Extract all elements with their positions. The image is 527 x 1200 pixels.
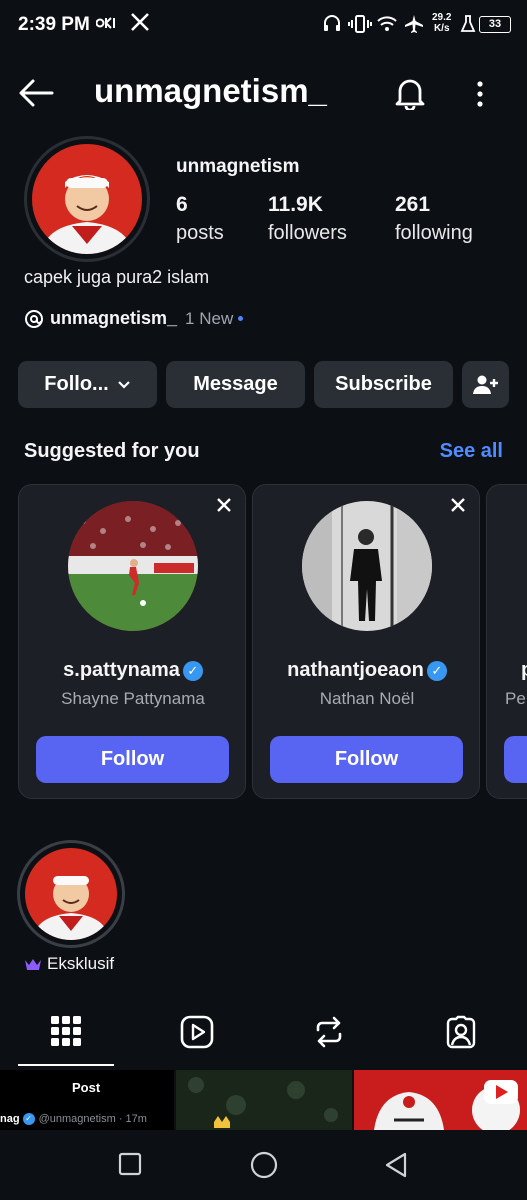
stat-posts-label[interactable]: posts (176, 222, 224, 245)
threads-link[interactable]: unmagnetism_ 1 New (24, 308, 244, 329)
tab-posts[interactable] (51, 1016, 81, 1051)
app-notification-icon (95, 15, 118, 34)
subscribe-button[interactable]: Subscribe (314, 361, 453, 408)
tab-reposts[interactable] (312, 1015, 346, 1054)
suggestion-card[interactable]: p Pe (486, 484, 527, 799)
suggestion-username: s.pattynama (63, 659, 180, 681)
reels-icon (180, 1015, 214, 1049)
home-button[interactable] (250, 1151, 278, 1184)
threads-new-count: 1 New (185, 308, 234, 328)
wifi-icon (376, 14, 398, 39)
highlight-thumbnail[interactable] (25, 848, 117, 940)
flask-icon (460, 14, 476, 39)
grid-icon (51, 1016, 81, 1046)
avatar[interactable] (32, 144, 142, 254)
tab-tagged[interactable] (444, 1015, 478, 1054)
suggestion-full-name: Pe (505, 689, 526, 708)
repost-icon (316, 1016, 342, 1048)
crown-icon (25, 959, 41, 970)
suggestion-avatar[interactable] (302, 501, 432, 631)
vibrate-icon (348, 14, 372, 39)
suggestion-full-name: Shayne Pattynama (61, 689, 205, 708)
close-icon (451, 498, 465, 512)
threads-handle: unmagnetism_ (50, 308, 178, 328)
grid-post-thumbnail[interactable] (176, 1070, 352, 1130)
suggestion-username: nathantjoeaon (287, 659, 424, 681)
stat-posts-value[interactable]: 6 (176, 193, 188, 217)
stat-followers-value[interactable]: 11.9K (268, 193, 323, 217)
suggestion-full-name: Nathan Noël (319, 689, 415, 708)
system-nav-bar (0, 1130, 527, 1200)
back-button[interactable] (18, 78, 54, 113)
net-speed-value: 29.2 (432, 12, 452, 23)
following-button-label: Follo... (44, 373, 109, 395)
triangle-back-icon (385, 1152, 407, 1178)
airplane-icon (404, 14, 424, 39)
post-thumb-handle: @unmagnetism · 17m (38, 1113, 147, 1125)
stat-followers-label[interactable]: followers (268, 222, 347, 245)
following-button[interactable]: Follo... (18, 361, 157, 408)
stat-following-value[interactable]: 261 (395, 193, 430, 217)
verified-badge-icon: ✓ (182, 660, 203, 681)
stat-following-label[interactable]: following (395, 222, 473, 245)
highlight-label[interactable]: Eksklusif (24, 954, 114, 974)
grid-post-thumbnail[interactable] (354, 1070, 527, 1134)
subscribe-button-label: Subscribe (335, 373, 432, 395)
suggestion-avatar[interactable] (68, 501, 198, 631)
suggestion-username: p (521, 659, 527, 682)
bio: capek juga pura2 islam (24, 267, 210, 287)
follow-button[interactable] (504, 736, 527, 783)
circle-icon (250, 1151, 278, 1179)
follow-button[interactable]: Follow (36, 736, 229, 783)
message-button[interactable]: Message (166, 361, 305, 408)
active-tab-indicator (18, 1064, 114, 1066)
follow-button[interactable]: Follow (270, 736, 463, 783)
x-logo-icon (130, 12, 150, 37)
see-all-link[interactable]: See all (440, 440, 503, 463)
more-options-button[interactable] (472, 80, 488, 113)
new-dot (238, 316, 244, 321)
grid-post-thumbnail[interactable]: Post nag ✓ @unmagnetism · 17m (0, 1070, 174, 1130)
page-title: unmagnetism_ (94, 72, 327, 109)
dismiss-suggestion-button[interactable] (449, 493, 467, 521)
back-nav-button[interactable] (383, 1151, 409, 1184)
post-thumb-title: Post (72, 1080, 101, 1095)
close-icon (217, 498, 231, 512)
message-button-label: Message (193, 373, 278, 395)
add-person-icon (472, 375, 498, 394)
notifications-button[interactable] (394, 76, 426, 115)
verified-badge-icon: ✓ (22, 1113, 35, 1125)
battery-icon: 33 (479, 16, 511, 33)
headset-icon (322, 14, 342, 39)
follow-button-label: Follow (100, 748, 165, 770)
highlight-label-text: Eksklusif (47, 954, 115, 973)
recents-button[interactable] (118, 1152, 142, 1181)
suggestion-card[interactable]: s.pattynama ✓ Shayne Pattynama Follow (18, 484, 246, 799)
display-name: unmagnetism (176, 156, 300, 177)
follow-button-label: Follow (334, 748, 399, 770)
status-time: 2:39 PM (18, 14, 90, 35)
chevron-down-icon (117, 380, 130, 389)
bell-icon (395, 79, 425, 112)
tagged-icon (446, 1015, 476, 1049)
post-thumb-name: nag (0, 1113, 20, 1125)
dismiss-suggestion-button[interactable] (215, 493, 233, 521)
square-icon (118, 1152, 142, 1176)
threads-icon (25, 309, 43, 328)
net-speed-unit: K/s (433, 23, 450, 34)
suggest-people-button[interactable] (462, 361, 509, 408)
suggested-title: Suggested for you (24, 440, 200, 462)
more-vertical-icon (477, 81, 483, 107)
suggestion-card[interactable]: nathantjoeaon ✓ Nathan Noël Follow (252, 484, 480, 799)
tab-reels[interactable] (180, 1015, 214, 1054)
arrow-left-icon (19, 79, 54, 107)
verified-badge-icon: ✓ (426, 660, 447, 681)
